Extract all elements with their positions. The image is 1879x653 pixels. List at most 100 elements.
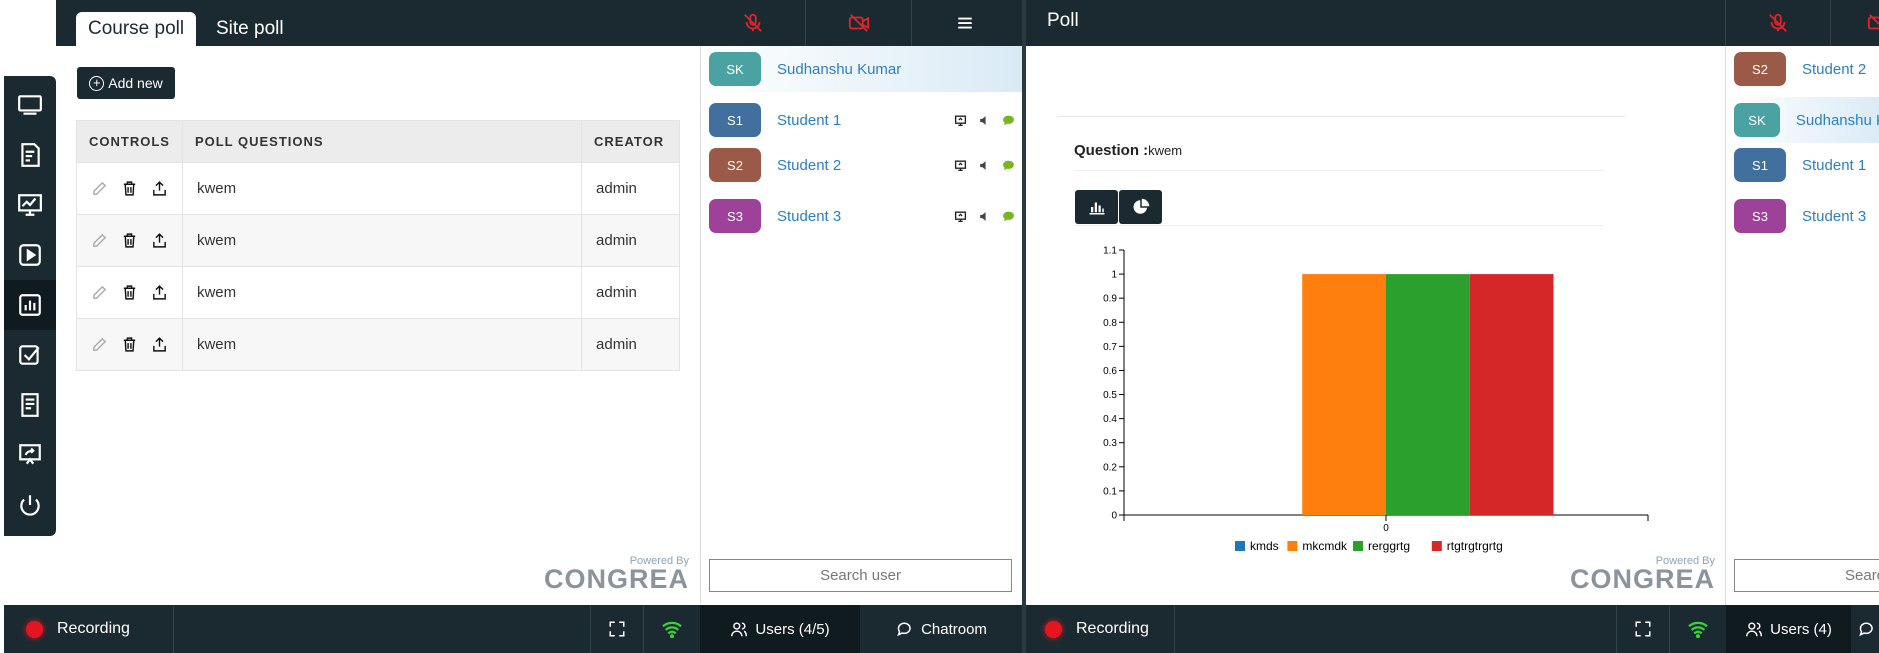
speaker-icon[interactable]	[978, 159, 991, 172]
user-name[interactable]: Student 3	[777, 208, 954, 225]
question-line: Question :kwem	[1074, 142, 1182, 159]
checkbox-icon	[19, 345, 40, 365]
tab-site-poll[interactable]: Site poll	[204, 12, 296, 46]
record-dot-icon	[26, 620, 43, 638]
legend-swatch	[1287, 541, 1298, 551]
recording-indicator[interactable]: Recording	[4, 605, 174, 653]
avatar: S1	[1734, 148, 1786, 182]
sidebar-item-notes[interactable]	[4, 380, 56, 430]
disable-mic-all-button[interactable]	[1725, 0, 1831, 46]
trash-icon[interactable]	[121, 232, 138, 249]
speaker-icon[interactable]	[978, 114, 991, 127]
congrea-logo: Powered By CONGREA	[544, 555, 689, 593]
question-value: kwem	[1148, 143, 1183, 158]
play-icon	[19, 244, 41, 266]
chat-icon[interactable]	[1002, 210, 1015, 223]
legend-label: kmds	[1250, 539, 1279, 553]
edit-icon[interactable]	[91, 180, 108, 197]
trash-icon[interactable]	[121, 180, 138, 197]
add-new-button[interactable]: + Add new	[77, 67, 175, 99]
recording-indicator[interactable]: Recording	[1026, 605, 1175, 653]
menu-button[interactable]	[912, 0, 1018, 46]
users-tab-label: Users (4/5)	[755, 620, 830, 638]
sidebar-item-video[interactable]	[4, 230, 56, 280]
user-name[interactable]: Sudhanshu K	[1796, 112, 1879, 129]
user-row[interactable]: SK Sudhanshu K	[1726, 97, 1879, 143]
y-tick-label: 0	[1111, 511, 1117, 522]
fullscreen-button[interactable]	[1616, 605, 1670, 653]
sidebar-item-documents[interactable]	[4, 130, 56, 180]
publish-icon[interactable]	[151, 232, 168, 249]
users-tab[interactable]: Users (4/5)	[700, 605, 860, 653]
bottom-bar: Recording Users (4)	[1026, 605, 1879, 653]
user-row[interactable]: S1 Student 1	[1726, 142, 1879, 188]
bar-chart-toggle[interactable]	[1075, 190, 1118, 224]
user-row[interactable]: S3 Student 3	[1726, 193, 1879, 239]
chatroom-tab[interactable]	[1852, 605, 1879, 653]
pie-chart-toggle[interactable]	[1119, 190, 1162, 224]
user-name[interactable]: Student 1	[1802, 157, 1879, 174]
hamburger-icon	[958, 17, 972, 29]
mic-off-icon	[743, 13, 762, 32]
user-row[interactable]: S2 Student 2	[1726, 46, 1879, 92]
sidebar-item-screen-share[interactable]	[4, 180, 56, 230]
legend-swatch	[1431, 541, 1442, 551]
sidebar-item-whiteboard[interactable]	[4, 80, 56, 130]
user-name[interactable]: Student 1	[777, 112, 954, 129]
publish-icon[interactable]	[151, 284, 168, 301]
sidebar-item-quiz[interactable]	[4, 330, 56, 380]
network-status	[1671, 605, 1725, 653]
avatar: S2	[1734, 52, 1786, 86]
user-name[interactable]: Student 2	[777, 157, 954, 174]
users-tab[interactable]: Users (4)	[1726, 605, 1851, 653]
sidebar-item-logout[interactable]	[4, 480, 56, 530]
disable-video-all-button[interactable]	[806, 0, 912, 46]
publish-icon[interactable]	[151, 336, 168, 353]
search-user-input[interactable]: Searc	[1734, 559, 1879, 592]
bar-rerggrtg	[1386, 274, 1470, 515]
y-tick-label: 0.2	[1103, 462, 1117, 473]
user-controls	[954, 114, 1015, 127]
screen-share-icon[interactable]	[954, 210, 967, 223]
edit-icon[interactable]	[91, 336, 108, 353]
bar-chart-icon	[1089, 202, 1104, 215]
recording-label: Recording	[1076, 620, 1149, 637]
tab-course-poll[interactable]: Course poll	[76, 12, 197, 46]
fullscreen-button[interactable]	[590, 605, 644, 653]
video-off-icon	[848, 14, 869, 32]
sidebar-item-presentation[interactable]	[4, 430, 56, 480]
chat-icon[interactable]	[1002, 159, 1015, 172]
user-row[interactable]: S2 Student 2	[701, 142, 1022, 188]
search-user-input[interactable]: Search user	[709, 559, 1012, 592]
user-row[interactable]: S1 Student 1	[701, 97, 1022, 143]
publish-icon[interactable]	[151, 180, 168, 197]
chat-icon[interactable]	[1002, 114, 1015, 127]
creator-cell: admin	[581, 318, 680, 371]
speaker-icon[interactable]	[978, 210, 991, 223]
bar-rtgtrgtrgrtg	[1469, 274, 1554, 515]
trash-icon[interactable]	[121, 336, 138, 353]
edit-icon[interactable]	[91, 284, 108, 301]
user-name[interactable]: Student 2	[1802, 61, 1879, 78]
screen-share-icon[interactable]	[954, 159, 967, 172]
chatroom-tab[interactable]: Chatroom	[861, 605, 1022, 653]
fullscreen-icon	[609, 621, 625, 637]
power-icon	[20, 495, 40, 516]
user-row[interactable]: SK Sudhanshu Kumar	[701, 46, 1022, 92]
users-list: S2 Student 2 SK Sudhanshu K S1 Student 1…	[1725, 46, 1879, 605]
pie-chart-icon	[1133, 198, 1149, 214]
user-name[interactable]: Student 3	[1802, 208, 1879, 225]
user-row[interactable]: S3 Student 3	[701, 193, 1022, 239]
user-name[interactable]: Sudhanshu Kumar	[777, 61, 1022, 78]
screen-share-icon[interactable]	[954, 114, 967, 127]
congrea-logo: Powered By CONGREA	[1570, 555, 1715, 593]
disable-mic-all-button[interactable]	[700, 0, 806, 46]
sidebar-item-poll[interactable]	[4, 280, 56, 330]
disable-video-all-button[interactable]	[1866, 0, 1879, 46]
question-label: Question :	[1074, 142, 1149, 159]
avatar: SK	[1734, 103, 1780, 137]
trash-icon[interactable]	[121, 284, 138, 301]
edit-icon[interactable]	[91, 232, 108, 249]
y-tick-label: 0.1	[1103, 486, 1117, 497]
mic-off-icon	[1769, 13, 1787, 32]
